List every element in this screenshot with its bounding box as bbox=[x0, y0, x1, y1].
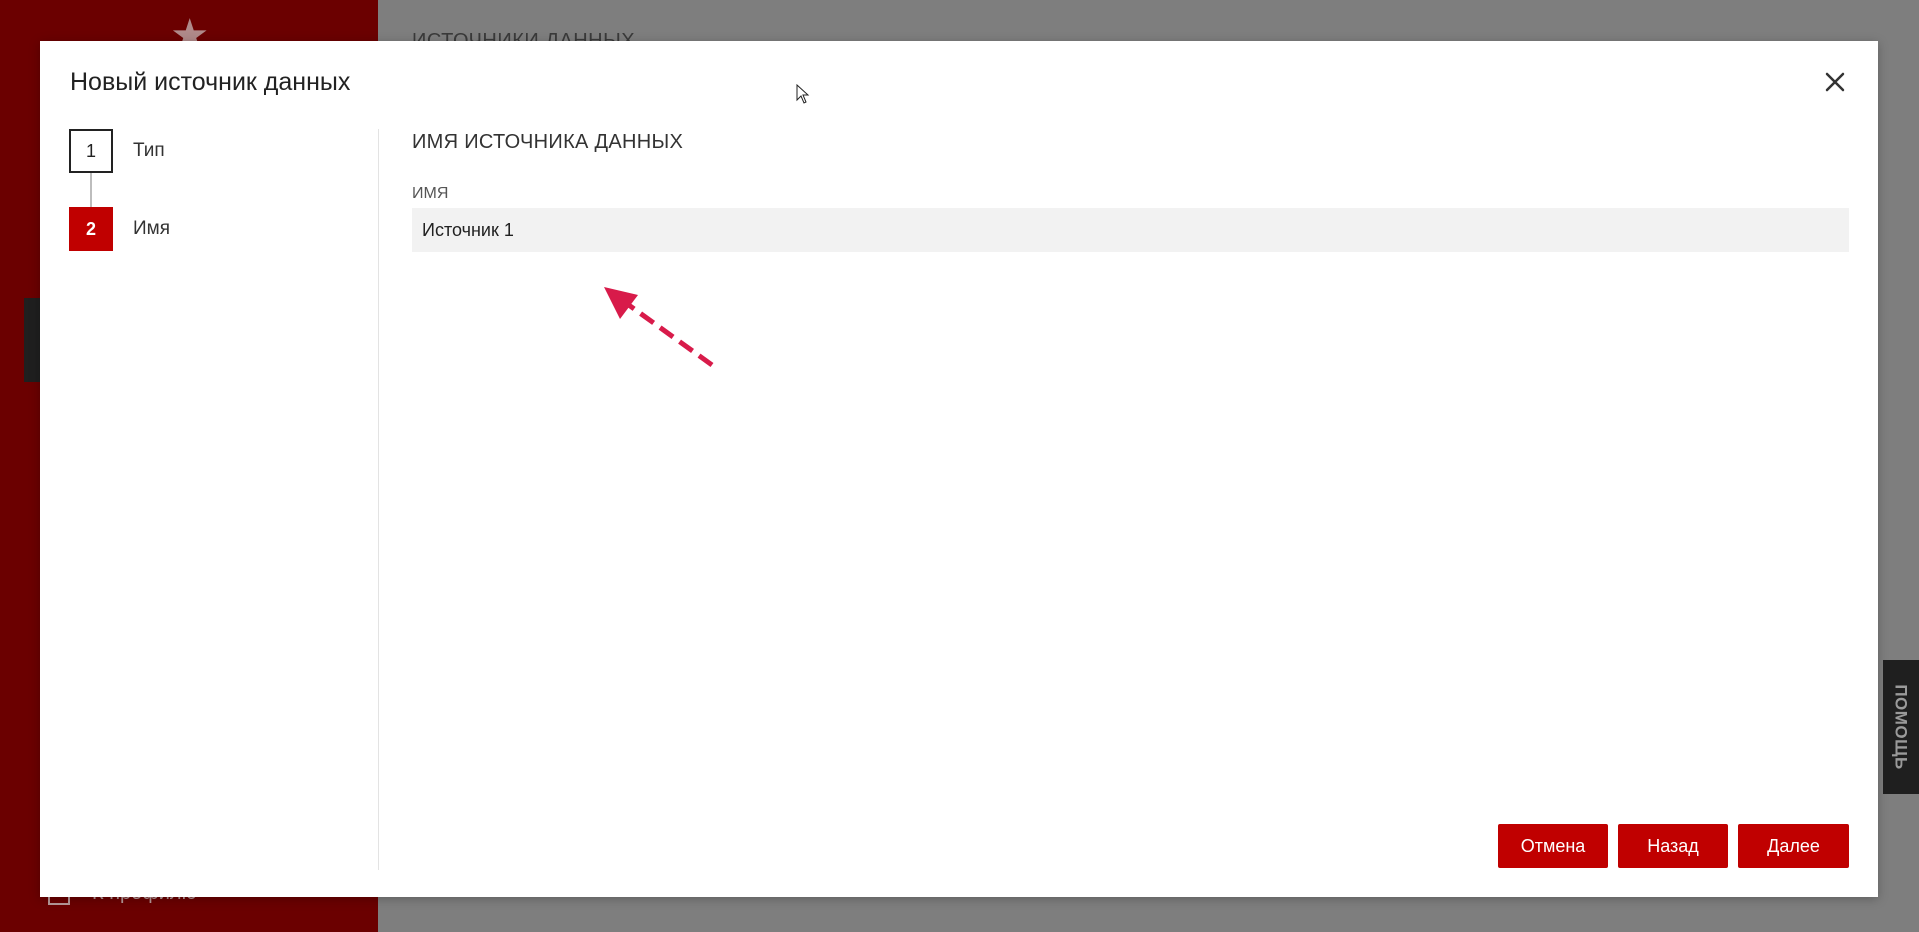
vertical-divider bbox=[378, 129, 379, 870]
annotation-arrow-icon bbox=[604, 287, 714, 368]
step-type[interactable]: 1 Тип bbox=[69, 129, 369, 207]
help-tab[interactable]: ПОМОЩЬ bbox=[1883, 660, 1919, 794]
step-connector bbox=[90, 173, 92, 207]
dialog-title: Новый источник данных bbox=[70, 68, 351, 96]
name-input[interactable] bbox=[412, 208, 1849, 252]
cancel-button[interactable]: Отмена bbox=[1498, 824, 1608, 868]
close-icon bbox=[1825, 72, 1845, 92]
new-datasource-dialog: Новый источник данных 1 Тип 2 Имя ИМЯ ИС… bbox=[40, 41, 1878, 897]
section-title: ИМЯ ИСТОЧНИКА ДАННЫХ bbox=[412, 131, 684, 153]
dialog-actions: Отмена Назад Далее bbox=[1498, 824, 1849, 868]
step-number: 2 bbox=[69, 207, 113, 251]
cursor-icon bbox=[796, 84, 810, 104]
back-button[interactable]: Назад bbox=[1618, 824, 1728, 868]
step-label: Имя bbox=[133, 218, 171, 239]
close-button[interactable] bbox=[1820, 67, 1850, 97]
step-name[interactable]: 2 Имя bbox=[69, 207, 369, 251]
step-number: 1 bbox=[69, 129, 113, 173]
help-tab-label: ПОМОЩЬ bbox=[1892, 684, 1911, 770]
next-button[interactable]: Далее bbox=[1738, 824, 1849, 868]
wizard-steps: 1 Тип 2 Имя bbox=[69, 129, 369, 285]
name-field-label: ИМЯ bbox=[412, 185, 449, 202]
step-label: Тип bbox=[133, 140, 165, 161]
